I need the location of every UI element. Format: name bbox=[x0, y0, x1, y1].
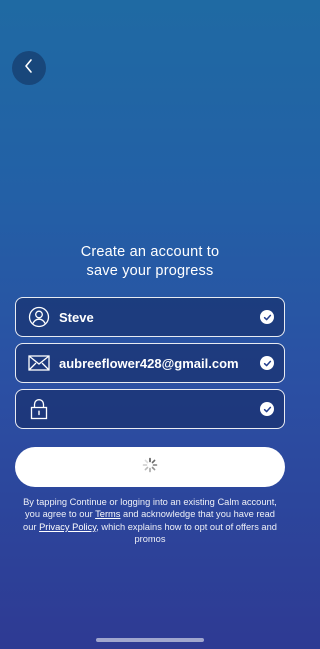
continue-button[interactable] bbox=[15, 447, 285, 487]
email-value: aubreeflower428@gmail.com bbox=[59, 355, 239, 371]
name-field[interactable]: Steve bbox=[15, 297, 285, 337]
spinner-icon bbox=[142, 457, 158, 478]
privacy-policy-link[interactable]: Privacy Policy bbox=[39, 522, 96, 532]
check-icon bbox=[260, 310, 274, 324]
name-value: Steve bbox=[59, 309, 94, 325]
check-icon bbox=[260, 356, 274, 370]
envelope-icon bbox=[28, 352, 50, 374]
page-title: Create an account to save your progress bbox=[0, 243, 300, 281]
user-icon bbox=[28, 306, 50, 328]
lock-icon bbox=[28, 398, 50, 420]
chevron-left-icon bbox=[23, 58, 35, 79]
email-field[interactable]: aubreeflower428@gmail.com bbox=[15, 343, 285, 383]
legal-text-part-3: , which explains how to opt out of offer… bbox=[96, 521, 277, 545]
legal-text: By tapping Continue or logging into an e… bbox=[20, 496, 280, 546]
check-icon bbox=[260, 402, 274, 416]
title-line-1: Create an account to bbox=[80, 244, 220, 260]
title-line-2: save your progress bbox=[86, 263, 214, 279]
terms-link[interactable]: Terms bbox=[95, 509, 120, 519]
password-field[interactable] bbox=[15, 389, 285, 429]
back-button[interactable] bbox=[12, 51, 46, 85]
home-indicator bbox=[96, 638, 204, 642]
